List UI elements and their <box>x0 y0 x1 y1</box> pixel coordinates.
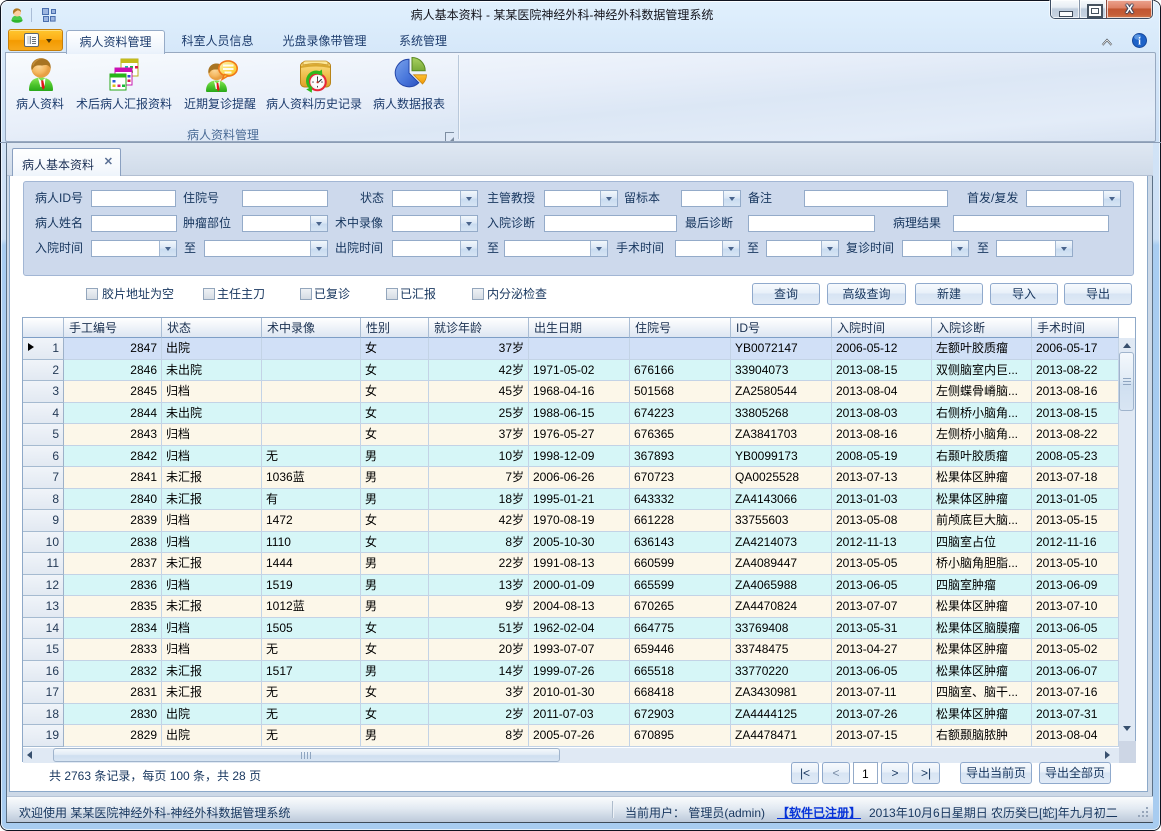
svg-text:i: i <box>1138 37 1141 48</box>
